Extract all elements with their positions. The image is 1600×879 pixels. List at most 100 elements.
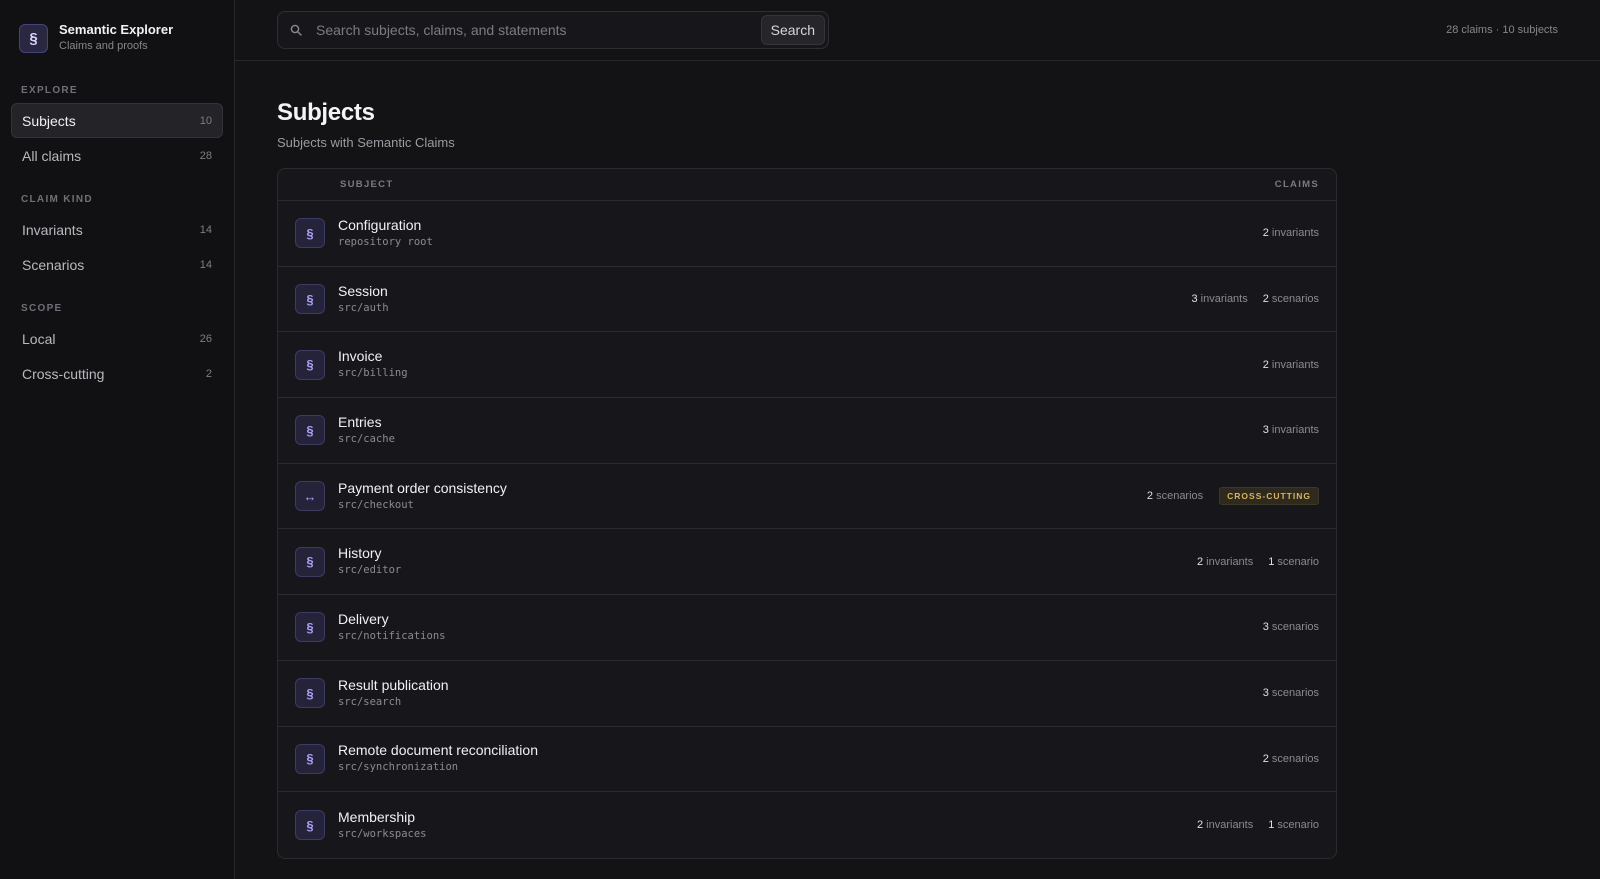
claim-count: 2 invariants	[1197, 819, 1253, 831]
topbar: Search 28 claims · 10 subjects	[235, 0, 1600, 61]
subject-name: Membership	[338, 808, 416, 825]
claim-count: 1 scenario	[1268, 556, 1319, 568]
summary-stats: 28 claims · 10 subjects	[1446, 24, 1558, 36]
table-row[interactable]: § Remote document reconciliation src/synch…	[278, 727, 1336, 793]
claim-count-number: 2	[1262, 227, 1269, 240]
table-body: § Configuration repository root 2 invariant…	[278, 201, 1336, 858]
table-row[interactable]: § Membership src/workspaces 2 invariants 1 s…	[278, 792, 1336, 858]
table-row[interactable]: § Invoice src/billing 2 invariants	[278, 332, 1336, 399]
sidebar-item-all-claims[interactable]: All claims 28	[11, 138, 223, 173]
claim-count-number: 1	[1268, 555, 1275, 568]
table-row[interactable]: § History src/editor 2 invariants 1 scenario	[278, 529, 1336, 596]
claims-summary: 2 invariants 1 scenario	[1197, 819, 1319, 831]
claim-count: 2 scenarios	[1147, 490, 1203, 502]
subject-path: src/search	[338, 695, 402, 708]
subject-path: src/synchronization	[338, 761, 459, 774]
claim-count-number: 3	[1262, 687, 1269, 700]
sidebar-item-label: Subjects	[22, 112, 76, 129]
claim-count-label: scenario	[1277, 819, 1319, 832]
section-icon: §	[295, 612, 325, 643]
claim-count-number: 3	[1262, 621, 1269, 634]
claim-count-label: invariants	[1206, 819, 1254, 832]
sidebar-item-subjects[interactable]: Subjects 10	[11, 103, 223, 138]
claim-count-number: 1	[1268, 819, 1275, 832]
app-root: § Semantic Explorer Claims and proofs Ex…	[0, 0, 1600, 879]
subject-name: Remote document reconciliation	[338, 742, 538, 759]
sidebar: § Semantic Explorer Claims and proofs Ex…	[0, 0, 235, 879]
subject-path: repository root	[338, 235, 433, 248]
sidebar-item-label: Local	[22, 330, 56, 347]
content: Subjects Subjects with Semantic Claims S…	[235, 61, 1600, 859]
subject-name: Invoice	[338, 348, 383, 365]
main-panel: Search 28 claims · 10 subjects Subjects …	[235, 0, 1600, 879]
claim-count-label: invariants	[1200, 293, 1248, 306]
column-header-subject: SUBJECT	[340, 179, 394, 190]
table-row[interactable]: § Configuration repository root 2 invariant…	[278, 201, 1336, 267]
table-header: SUBJECT CLAIMS	[278, 169, 1336, 201]
subject-name: Payment order consistency	[338, 479, 507, 496]
search-icon	[290, 23, 304, 37]
search-input[interactable]	[316, 22, 761, 38]
sidebar-item-label: Cross-cutting	[22, 365, 105, 382]
claims-summary: 2 scenarios CROSS-CUTTING	[1147, 487, 1319, 506]
nav-group-scope: Scope Local 26 Cross-cutting 2	[11, 303, 223, 391]
sidebar-item-count: 28	[199, 149, 212, 162]
claim-count-number: 2	[1196, 555, 1204, 568]
subject-name: Delivery	[338, 610, 389, 627]
claim-count: 2 invariants	[1263, 227, 1319, 239]
section-icon: §	[295, 743, 325, 774]
sidebar-item-cross-cutting[interactable]: Cross-cutting 2	[11, 356, 223, 391]
cross-cutting-badge: CROSS-CUTTING	[1219, 487, 1319, 506]
table-row[interactable]: § Result publication src/search 3 scenarios	[278, 661, 1336, 727]
claim-count-number: 2	[1196, 819, 1204, 832]
table-row[interactable]: § Entries src/cache 3 invariants	[278, 398, 1336, 464]
sidebar-item-count: 26	[199, 332, 212, 345]
brand-logo-icon: §	[19, 23, 48, 53]
sidebar-item-count: 14	[199, 258, 212, 271]
claim-count: 2 scenarios	[1263, 753, 1319, 765]
subject-path: src/workspaces	[338, 827, 427, 840]
section-icon: §	[295, 218, 325, 249]
claim-count-label: scenarios	[1271, 752, 1319, 765]
section-label-scope: Scope	[21, 303, 63, 314]
claims-summary: 3 invariants 2 scenarios	[1191, 293, 1319, 305]
sidebar-item-count: 14	[199, 223, 212, 236]
page-subtitle: Subjects with Semantic Claims	[277, 135, 455, 150]
section-icon: §	[295, 678, 325, 709]
claim-count: 3 scenarios	[1263, 621, 1319, 633]
subject-name: Entries	[338, 413, 382, 430]
sidebar-item-scenarios[interactable]: Scenarios 14	[11, 247, 223, 282]
sidebar-item-local[interactable]: Local 26	[11, 321, 223, 356]
claims-summary: 3 scenarios	[1263, 687, 1319, 699]
subject-name: History	[338, 545, 382, 562]
claim-count-label: scenarios	[1271, 621, 1319, 634]
section-icon: §	[295, 284, 325, 315]
brand-title: Semantic Explorer	[59, 22, 174, 37]
claim-count-number: 2	[1262, 293, 1269, 306]
claim-count-number: 2	[1262, 358, 1269, 371]
sidebar-item-invariants[interactable]: Invariants 14	[11, 212, 223, 247]
cross-cutting-icon: ↔	[295, 481, 325, 512]
claim-count-number: 3	[1191, 293, 1198, 306]
table-row[interactable]: § Delivery src/notifications 3 scenarios	[278, 595, 1336, 661]
nav-group-claim-kind: Claim kind Invariants 14 Scenarios 14	[11, 194, 223, 282]
subject-name: Result publication	[338, 676, 449, 693]
subject-path: src/auth	[338, 301, 389, 314]
subject-text: Result publication src/search	[338, 676, 1263, 711]
table-row[interactable]: ↔ Payment order consistency src/checkout 2 …	[278, 464, 1336, 530]
sidebar-item-label: All claims	[22, 147, 82, 164]
search-button[interactable]: Search	[760, 15, 825, 45]
subject-text: Remote document reconciliation src/synchr…	[338, 741, 1263, 776]
subjects-table: SUBJECT CLAIMS § Configuration repository …	[277, 168, 1337, 859]
page-title: Subjects	[277, 99, 375, 126]
subject-text: Membership src/workspaces	[338, 808, 1197, 843]
claim-count: 3 scenarios	[1263, 687, 1319, 699]
nav-group-explore: Explore Subjects 10 All claims 28	[11, 85, 223, 173]
subject-text: Configuration repository root	[338, 216, 1263, 251]
sidebar-item-label: Invariants	[22, 221, 83, 238]
section-icon: §	[295, 546, 325, 577]
table-row[interactable]: § Session src/auth 3 invariants 2 scenarios	[278, 267, 1336, 333]
claim-count: 3 invariants	[1263, 424, 1319, 436]
claim-count-number: 2	[1146, 490, 1154, 503]
claim-count: 2 scenarios	[1263, 293, 1319, 305]
